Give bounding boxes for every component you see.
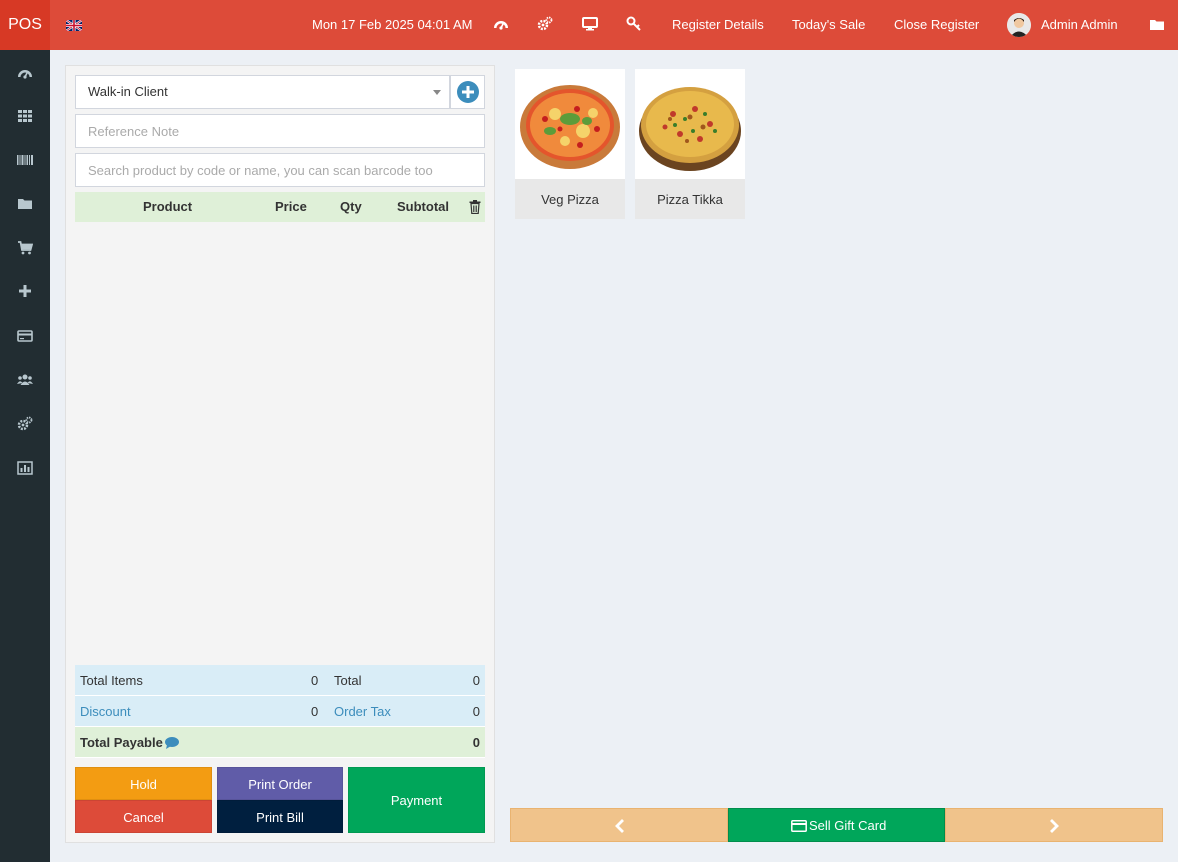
folder-icon[interactable] <box>1149 17 1165 33</box>
column-qty: Qty <box>340 199 362 214</box>
comment-icon[interactable] <box>165 737 179 749</box>
dashboard-icon[interactable] <box>17 65 33 81</box>
order-items-list <box>75 222 485 664</box>
chevron-right-icon <box>1050 819 1059 833</box>
chevron-left-icon <box>615 819 624 833</box>
cancel-button[interactable]: Cancel <box>75 800 212 833</box>
payment-button[interactable]: Payment <box>348 767 485 833</box>
credit-card-icon <box>791 820 807 832</box>
order-tax-value: 0 <box>472 704 480 719</box>
previous-page-button[interactable] <box>510 808 728 842</box>
add-client-button[interactable] <box>450 75 485 109</box>
close-register-link[interactable]: Close Register <box>894 17 979 32</box>
product-card-veg-pizza[interactable]: Veg Pizza <box>515 69 625 219</box>
total-payable-label: Total Payable <box>80 735 163 750</box>
reference-note-input[interactable] <box>75 114 485 148</box>
sidebar <box>0 50 50 862</box>
product-image <box>635 69 745 179</box>
sale-panel: Walk-in Client Product Price Qty Subtota… <box>65 65 495 843</box>
credit-card-icon[interactable] <box>17 328 33 344</box>
column-subtotal: Subtotal <box>397 199 449 214</box>
todays-sale-link[interactable]: Today's Sale <box>792 17 865 32</box>
folder-icon[interactable] <box>17 196 33 212</box>
chevron-down-icon <box>433 90 441 95</box>
total-value: 0 <box>472 673 480 688</box>
product-name: Pizza Tikka <box>657 192 723 207</box>
total-items-label: Total Items <box>80 673 143 688</box>
totals-row-items: Total Items 0 Total 0 <box>75 665 485 696</box>
plus-circle-icon <box>457 81 479 103</box>
hold-button[interactable]: Hold <box>75 767 212 800</box>
user-name[interactable]: Admin Admin <box>1041 17 1118 32</box>
top-navbar: POS Mon 17 Feb 2025 04:01 AM Register De… <box>0 0 1178 50</box>
total-items-value: 0 <box>311 673 319 688</box>
total-label: Total <box>334 673 362 688</box>
product-card-pizza-tikka[interactable]: Pizza Tikka <box>635 69 745 219</box>
product-search-input[interactable] <box>75 153 485 187</box>
column-price: Price <box>275 199 307 214</box>
order-table-header: Product Price Qty Subtotal <box>75 192 485 222</box>
print-bill-button[interactable]: Print Bill <box>217 800 343 833</box>
plus-icon[interactable] <box>17 283 33 299</box>
pos-logo[interactable]: POS <box>0 0 50 50</box>
uk-flag-icon[interactable] <box>66 20 82 31</box>
totals-row-discount: Discount 0 Order Tax 0 <box>75 696 485 727</box>
print-order-button[interactable]: Print Order <box>217 767 343 800</box>
bar-chart-icon[interactable] <box>17 460 33 476</box>
discount-value: 0 <box>311 704 319 719</box>
cogs-icon[interactable] <box>17 416 33 432</box>
user-avatar[interactable] <box>1007 13 1031 37</box>
current-datetime: Mon 17 Feb 2025 04:01 AM <box>312 17 473 32</box>
column-product: Product <box>143 199 193 214</box>
grid-icon[interactable] <box>17 108 33 124</box>
barcode-icon[interactable] <box>17 152 33 168</box>
totals-table: Total Items 0 Total 0 Discount 0 Order T… <box>75 665 485 758</box>
total-payable-value: 0 <box>472 735 480 750</box>
product-image <box>515 69 625 179</box>
client-select-value: Walk-in Client <box>88 84 168 99</box>
key-icon[interactable] <box>626 16 642 32</box>
register-details-link[interactable]: Register Details <box>672 17 764 32</box>
order-tax-link[interactable]: Order Tax <box>334 704 391 719</box>
next-page-button[interactable] <box>945 808 1163 842</box>
product-name: Veg Pizza <box>541 192 599 207</box>
monitor-icon[interactable] <box>582 16 598 32</box>
dashboard-icon[interactable] <box>493 16 509 32</box>
sell-gift-card-button[interactable]: Sell Gift Card <box>728 808 945 842</box>
cart-icon[interactable] <box>17 240 33 256</box>
discount-link[interactable]: Discount <box>80 704 131 719</box>
trash-icon[interactable] <box>469 200 481 214</box>
settings-icon[interactable] <box>537 16 553 32</box>
client-select[interactable]: Walk-in Client <box>75 75 450 109</box>
sell-gift-card-label: Sell Gift Card <box>809 818 887 833</box>
users-icon[interactable] <box>17 372 33 388</box>
totals-row-payable: Total Payable 0 <box>75 727 485 758</box>
